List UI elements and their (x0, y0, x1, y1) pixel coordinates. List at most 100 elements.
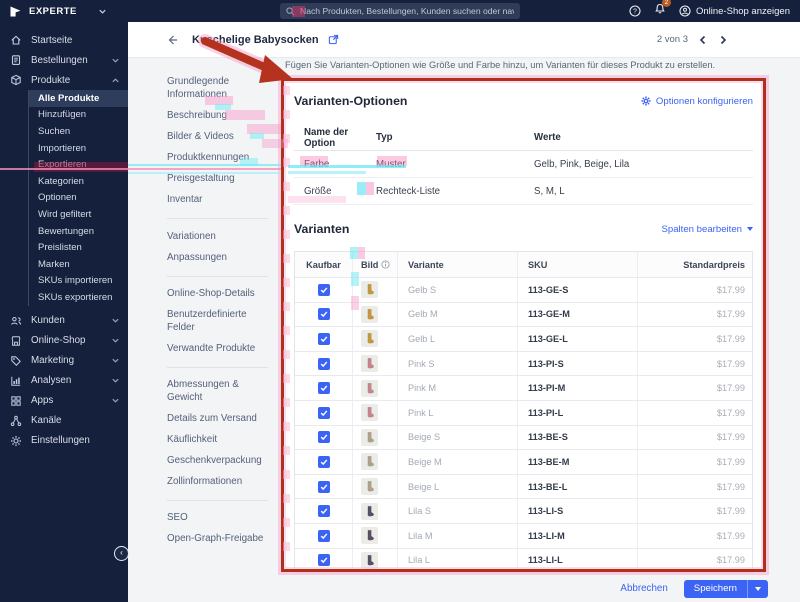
variant-sku[interactable]: 113-BE-S (517, 425, 637, 450)
variant-price[interactable]: $17.99 (637, 302, 752, 327)
sidebar-item-kategorien[interactable]: Kategorien (29, 173, 128, 190)
sidebar-item-kanaele[interactable]: Kanäle (0, 411, 128, 431)
product-nav-item[interactable]: Bilder & Videos (167, 127, 268, 148)
sidebar-item-marketing[interactable]: Marketing (0, 351, 128, 371)
view-storefront-button[interactable]: Online-Shop anzeigen (679, 5, 790, 17)
sidebar-item-startseite[interactable]: Startseite (0, 30, 128, 50)
variant-price[interactable]: $17.99 (637, 425, 752, 450)
variant-sku[interactable]: 113-PI-M (517, 376, 637, 400)
product-nav-item[interactable]: Preisgestaltung (167, 169, 268, 190)
sidebar-item-bewertungen[interactable]: Bewertungen (29, 223, 128, 240)
kaufbar-checkbox[interactable] (317, 554, 330, 567)
variant-price[interactable]: $17.99 (637, 400, 752, 425)
product-nav-item[interactable]: Benutzerdefinierte Felder (167, 305, 268, 339)
pagination-next-icon[interactable] (718, 35, 728, 45)
product-nav-item[interactable]: Abmessungen & Gewicht (167, 375, 268, 409)
info-icon[interactable] (381, 260, 390, 269)
product-nav-item[interactable]: Variationen (167, 226, 268, 247)
kaufbar-checkbox[interactable] (317, 357, 330, 370)
sidebar-item-marken[interactable]: Marken (29, 256, 128, 273)
back-arrow-icon[interactable] (166, 34, 178, 46)
variant-sku[interactable]: 113-GE-M (517, 302, 637, 327)
product-nav-item[interactable]: Anpassungen (167, 248, 268, 269)
variant-price[interactable]: $17.99 (637, 523, 752, 548)
variant-thumbnail[interactable] (361, 305, 378, 323)
edit-columns-button[interactable]: Spalten bearbeiten (661, 224, 753, 235)
kaufbar-checkbox[interactable] (317, 332, 330, 345)
variant-thumbnail[interactable] (361, 428, 378, 446)
sidebar-item-bestellungen[interactable]: Bestellungen (0, 50, 128, 70)
product-nav-item[interactable]: SEO (167, 508, 268, 529)
variant-thumbnail[interactable] (361, 478, 378, 496)
variant-price[interactable]: $17.99 (637, 278, 752, 302)
kaufbar-checkbox[interactable] (317, 480, 330, 493)
product-nav-item[interactable]: Inventar (167, 190, 268, 211)
notifications-button[interactable]: 2 (654, 0, 671, 20)
variant-sku[interactable]: 113-GE-S (517, 278, 637, 302)
variant-sku[interactable]: 113-PI-S (517, 351, 637, 376)
sidebar-item-skus-exportieren[interactable]: SKUs exportieren (29, 289, 128, 306)
variant-thumbnail[interactable] (361, 404, 378, 422)
kaufbar-checkbox[interactable] (317, 455, 330, 468)
product-nav-item[interactable]: Grundlegende Informationen (167, 72, 268, 106)
variant-thumbnail[interactable] (361, 355, 378, 373)
kaufbar-checkbox[interactable] (317, 382, 330, 395)
sidebar-item-skus-importieren[interactable]: SKUs importieren (29, 273, 128, 290)
save-options-dropdown[interactable] (748, 586, 768, 591)
kaufbar-checkbox[interactable] (317, 529, 330, 542)
variant-sku[interactable]: 113-GE-L (517, 327, 637, 351)
kaufbar-checkbox[interactable] (317, 431, 330, 444)
product-nav-item[interactable]: Verwandte Produkte (167, 339, 268, 360)
help-icon[interactable]: ? (629, 5, 641, 17)
variant-price[interactable]: $17.99 (637, 450, 752, 474)
variant-sku[interactable]: 113-LI-S (517, 499, 637, 523)
variant-price[interactable]: $17.99 (637, 548, 752, 573)
variant-thumbnail[interactable] (361, 453, 378, 471)
variant-sku[interactable]: 113-LI-M (517, 523, 637, 548)
variant-thumbnail[interactable] (361, 527, 378, 545)
sidebar-collapse-button[interactable]: ‹ (114, 546, 129, 561)
variant-price[interactable]: $17.99 (637, 351, 752, 376)
variant-price[interactable]: $17.99 (637, 327, 752, 351)
product-nav-item[interactable]: Käuflichkeit (167, 430, 268, 451)
variant-price[interactable]: $17.99 (637, 499, 752, 523)
variant-sku[interactable]: 113-BE-M (517, 450, 637, 474)
variant-thumbnail[interactable] (361, 502, 378, 520)
variant-price[interactable]: $17.99 (637, 474, 752, 499)
sidebar-item-online-shop[interactable]: Online-Shop (0, 331, 128, 351)
cancel-button[interactable]: Abbrechen (620, 583, 667, 594)
product-nav-item[interactable]: Beschreibung (167, 106, 268, 127)
variant-price[interactable]: $17.99 (637, 376, 752, 400)
product-nav-item[interactable]: Zollinformationen (167, 472, 268, 493)
variant-thumbnail[interactable] (361, 379, 378, 397)
global-search[interactable] (280, 3, 520, 19)
sidebar-item-wird-gefiltert[interactable]: Wird gefiltert (29, 206, 128, 223)
sidebar-item-hinzuf-gen[interactable]: Hinzufügen (29, 107, 128, 124)
variant-thumbnail[interactable] (361, 281, 378, 299)
product-nav-item[interactable]: Produktkennungen (167, 148, 268, 169)
variant-sku[interactable]: 113-BE-L (517, 474, 637, 499)
variant-sku[interactable]: 113-LI-L (517, 548, 637, 573)
sidebar-item-exportieren[interactable]: Exportieren (29, 156, 128, 173)
variant-thumbnail[interactable] (361, 330, 378, 348)
pagination-prev-icon[interactable] (698, 35, 708, 45)
sidebar-item-suchen[interactable]: Suchen (29, 123, 128, 140)
configure-options-button[interactable]: Optionen konfigurieren (641, 96, 753, 107)
kaufbar-checkbox[interactable] (317, 505, 330, 518)
sidebar-item-kunden[interactable]: Kunden (0, 311, 128, 331)
product-nav-item[interactable]: Geschenkverpackung (167, 451, 268, 472)
sidebar-item-preislisten[interactable]: Preislisten (29, 239, 128, 256)
search-input[interactable] (300, 6, 514, 16)
kaufbar-checkbox[interactable] (317, 308, 330, 321)
sidebar-item-analysen[interactable]: Analysen (0, 371, 128, 391)
store-switcher[interactable]: EXPERTE (0, 5, 128, 18)
external-link-icon[interactable] (328, 34, 339, 45)
product-nav-item[interactable]: Open-Graph-Freigabe (167, 529, 268, 550)
sidebar-item-alle-produkte[interactable]: Alle Produkte (28, 90, 128, 107)
product-nav-item[interactable]: Online-Shop-Details (167, 284, 268, 305)
sidebar-item-optionen[interactable]: Optionen (29, 190, 128, 207)
save-button[interactable]: Speichern (683, 579, 768, 598)
variant-thumbnail[interactable] (361, 551, 378, 569)
sidebar-item-produkte[interactable]: Produkte (0, 70, 128, 90)
kaufbar-checkbox[interactable] (317, 283, 330, 296)
